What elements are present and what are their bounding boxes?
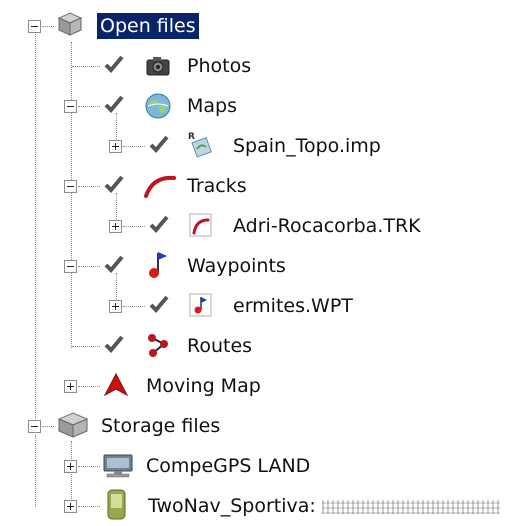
tree-node-label: Photos: [187, 55, 252, 77]
tree-node-label: Moving Map: [146, 375, 261, 397]
expand-toggle[interactable]: [109, 140, 122, 153]
expand-toggle[interactable]: [109, 220, 122, 233]
camera-icon: [145, 53, 171, 79]
tree-node-label: Storage files: [101, 415, 221, 437]
map-file-icon: R: [187, 130, 213, 158]
storage-cube-icon: [56, 411, 90, 438]
checkmark-icon[interactable]: [149, 214, 169, 234]
collapse-toggle[interactable]: [64, 260, 77, 273]
collapse-toggle[interactable]: [64, 100, 77, 113]
waypoint-flag-icon: [145, 249, 171, 279]
tree-node-label: Routes: [187, 335, 253, 357]
tree-node-label: Maps: [187, 95, 237, 117]
waypoint-file-icon: [188, 292, 214, 318]
tree-node-label: Spain_Topo.imp: [233, 135, 381, 157]
tree-node-track-file[interactable]: Adri-Rocacorba.TRK: [0, 206, 421, 246]
tree-node-label: Open files: [97, 13, 199, 39]
tree-node-label: Adri-Rocacorba.TRK: [233, 215, 421, 237]
tree-node-photos[interactable]: Photos: [0, 46, 260, 86]
tree-node-moving-map[interactable]: Moving Map: [0, 366, 300, 406]
tree-node-compegps-land[interactable]: CompeGPS LAND: [0, 446, 340, 486]
checkmark-icon[interactable]: [149, 134, 169, 154]
tree-node-twonav-sportiva[interactable]: TwoNav_Sportiva:: [0, 486, 515, 526]
route-icon: [145, 332, 171, 358]
checkmark-icon[interactable]: [149, 294, 169, 314]
collapse-toggle[interactable]: [28, 420, 41, 433]
tree-node-maps[interactable]: Maps: [0, 86, 260, 126]
tree-node-waypoints[interactable]: Waypoints: [0, 246, 300, 286]
tree-node-label: Tracks: [187, 175, 247, 197]
collapse-toggle[interactable]: [64, 180, 77, 193]
tree-node-storage-files[interactable]: Storage files: [0, 406, 260, 446]
checkmark-icon[interactable]: [104, 54, 124, 74]
tree-node-waypoint-file[interactable]: ermites.WPT: [0, 286, 380, 326]
map-globe-icon: [144, 92, 171, 119]
tree-node-label: TwoNav_Sportiva:: [148, 495, 316, 517]
checkmark-icon[interactable]: [104, 94, 124, 114]
tree-node-map-file[interactable]: R Spain_Topo.imp: [0, 126, 400, 166]
checkmark-icon[interactable]: [104, 174, 124, 194]
expand-toggle[interactable]: [64, 460, 77, 473]
open-folder-cube-icon: [57, 11, 83, 37]
tree-node-label: Waypoints: [187, 255, 286, 277]
track-file-icon: [188, 212, 214, 238]
collapse-toggle[interactable]: [28, 20, 41, 33]
tree-node-open-files[interactable]: Open files: [0, 6, 230, 46]
computer-icon: [101, 453, 135, 479]
tree-node-label: ermites.WPT: [233, 295, 353, 317]
expand-toggle[interactable]: [64, 500, 77, 513]
track-icon: [143, 172, 177, 198]
checkmark-icon[interactable]: [104, 334, 124, 354]
expand-toggle[interactable]: [64, 380, 77, 393]
svg-text:R: R: [188, 132, 195, 142]
gps-device-icon: [106, 489, 128, 521]
expand-toggle[interactable]: [109, 300, 122, 313]
tree-node-tracks[interactable]: Tracks: [0, 166, 260, 206]
obscured-text: [322, 500, 500, 514]
tree-node-label: CompeGPS LAND: [146, 455, 311, 477]
navigation-arrow-icon: [103, 372, 129, 398]
file-tree: Open files Photos Maps R Spain_Topo.imp …: [0, 0, 515, 526]
tree-node-routes[interactable]: Routes: [0, 326, 280, 366]
checkmark-icon[interactable]: [104, 254, 124, 274]
